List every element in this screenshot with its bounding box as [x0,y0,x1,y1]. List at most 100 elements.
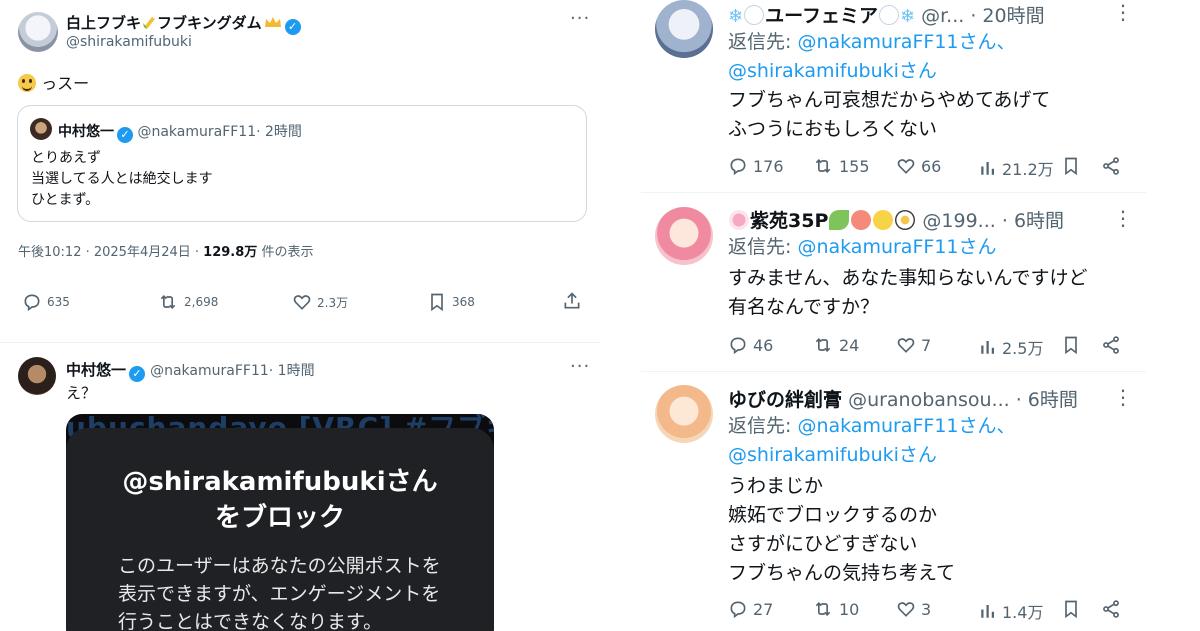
mention-link[interactable]: @nakamuraFF11さん、 [797,415,1015,437]
reply-button[interactable]: 176 [728,156,784,176]
mention-link[interactable]: @shirakamifubukiさん [728,60,937,82]
retweet-button[interactable]: 10 [812,599,859,619]
author-name[interactable]: 紫苑35P [750,210,828,232]
author-handle[interactable]: @199... [922,210,995,232]
author-handle[interactable]: @nakamuraFF11 [150,363,269,379]
reply-line: フブちゃんの気持ち考えて [728,562,956,584]
like-count: 2.3万 [317,295,349,310]
like-button[interactable]: 7 [896,335,931,355]
reply-time[interactable]: · 6時間 [1002,210,1064,232]
views-icon [981,162,994,175]
bookmark-button[interactable] [1061,156,1081,176]
verified-badge-icon: ✓ [117,127,133,143]
author-name[interactable]: ゆびの絆創膏 [728,389,842,411]
share-button[interactable] [1101,335,1121,355]
reply-to-label: 返信先: [728,415,792,437]
mention-link[interactable]: @shirakamifubukiさん [728,444,937,466]
retweet-count: 10 [839,599,860,619]
retweet-button[interactable]: 2,698 [157,292,218,312]
reply-line: うわまじか [728,475,824,497]
reply-to: 返信先: @nakamuraFF11さん [728,233,997,262]
retweet-button[interactable]: 24 [812,335,859,355]
like-button[interactable]: 2.3万 [292,292,348,312]
view-count-label: 件の表示 [261,245,314,260]
reply-count: 27 [753,599,774,619]
quoted-author-handle: @nakamuraFF11 [137,124,257,140]
quoted-line: とりあえず [31,150,101,166]
reply-line: 有名なんですか？ [728,296,880,318]
reply-time[interactable]: · 6時間 [1016,389,1078,411]
tweet-actions: 635 2,698 2.3万 368 [0,290,600,314]
author-name[interactable]: ユーフェミア [765,5,878,27]
retweet-count: 2,698 [184,295,219,309]
tweet-timestamp[interactable]: 午後10:12 · 2025年4月24日 · [18,245,199,260]
avatar[interactable] [655,207,713,265]
reply-actions: 176 155 66 21.2万 [641,156,1161,180]
reply-actions: 27 10 3 1.4万 [641,599,1161,623]
more-options-icon[interactable]: ··· [570,8,590,29]
author-name[interactable]: 白上フブキ [66,14,141,32]
retweet-count: 155 [839,156,870,176]
retweet-button[interactable]: 155 [812,156,870,176]
divider [641,371,1146,372]
retweet-icon [815,158,831,174]
attached-image[interactable]: ubuchandayo [VRC] #フブキングダム @shirakamifub… [66,414,494,631]
reply-line: 嫉妬でブロックするのか [728,504,938,526]
block-dialog: @shirakamifubukiさん をブロック このユーザーはあなたの公開ポス… [66,428,494,631]
mention-link[interactable]: @nakamuraFF11さん、 [797,31,1015,53]
quoted-time: · 2時間 [256,124,302,140]
dialog-title-line: @shirakamifubukiさん [122,467,438,497]
avatar[interactable] [18,357,56,395]
frying-pan-emoji-icon [895,210,916,230]
views-button[interactable]: 1.4万 [979,599,1043,623]
tweet-text-body: っスー [41,74,90,93]
divider [0,342,600,343]
views-icon [981,341,994,354]
author-handle[interactable]: @shirakamifubuki [66,34,192,50]
snowman-emoji-icon [744,5,765,25]
views-count: 21.2万 [1002,160,1054,179]
reply-count: 46 [753,335,774,355]
views-button[interactable]: 21.2万 [979,156,1054,180]
views-button[interactable]: 2.5万 [979,335,1043,359]
bookmark-button[interactable] [1061,599,1081,619]
share-button[interactable] [1101,599,1121,619]
share-button[interactable] [562,291,582,311]
quoted-tweet[interactable]: 中村悠一 ✓ @nakamuraFF11· 2時間 とりあえず 当選してる人とは絶… [17,105,587,222]
reply-time[interactable]: · 20時間 [970,5,1044,27]
reply-icon [24,294,40,312]
avatar[interactable] [655,385,713,443]
more-options-icon[interactable]: ⋮ [1113,0,1133,24]
reply-count: 176 [753,156,784,176]
heart-icon [897,338,915,353]
quoted-text: とりあえず 当選してる人とは絶交します ひとまず。 [31,148,213,211]
mention-link[interactable]: @nakamuraFF11さん [797,236,996,258]
reply-button[interactable]: 27 [728,599,773,619]
more-options-icon[interactable]: ⋮ [1113,206,1133,230]
retweet-icon [815,337,831,353]
author-name[interactable]: 中村悠一 [66,361,126,379]
tweet-text: え？ [66,384,97,402]
author-handle[interactable]: @uranobansou... [848,389,1010,411]
right-panel: ❄ ユーフェミア ❄ @r... · 20時間 ⋮ 返信先: @nakamuraFF… [641,0,1200,631]
reply-button[interactable]: 46 [728,335,773,355]
author-handle[interactable]: @r... [921,5,964,27]
reply-icon [730,158,746,176]
reply-to-label: 返信先: [728,31,792,53]
share-button[interactable] [1101,156,1121,176]
more-options-icon[interactable]: ⋮ [1113,385,1133,409]
reply-text: フブちゃん可哀想だからやめてあげて ふつうにおもしろくない [728,86,1050,144]
bookmark-icon [1065,336,1077,355]
like-button[interactable]: 66 [896,156,941,176]
bookmark-button[interactable]: 368 [427,292,475,312]
reply-button[interactable]: 635 [22,292,70,312]
tweet-time[interactable]: · 1時間 [269,363,315,379]
avatar[interactable] [655,0,713,58]
reply-count: 635 [47,295,70,309]
bookmark-button[interactable] [1061,335,1081,355]
avatar[interactable] [18,12,58,52]
bookmark-count: 368 [452,295,475,309]
like-button[interactable]: 3 [896,599,931,619]
more-options-icon[interactable]: ··· [570,356,590,377]
quoted-avatar [30,118,52,140]
